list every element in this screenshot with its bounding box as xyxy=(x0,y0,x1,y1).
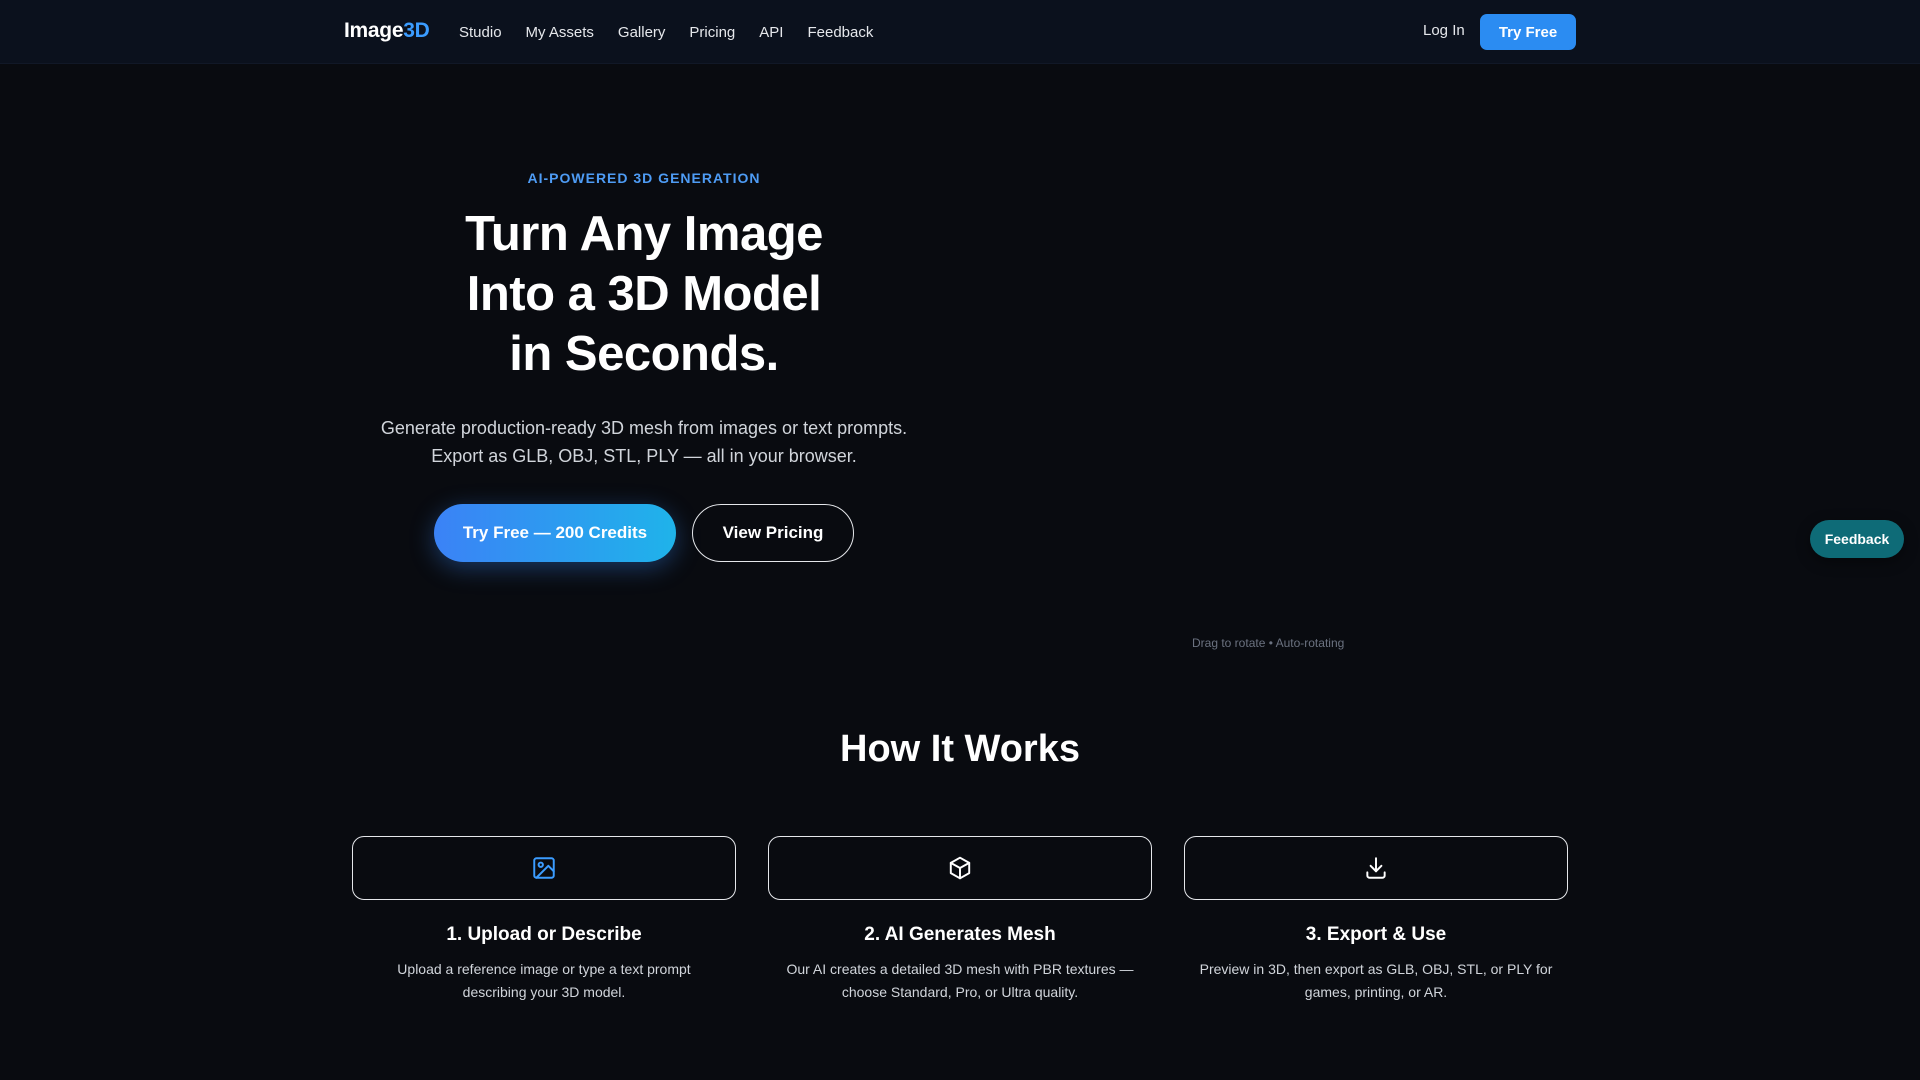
step-icon-box xyxy=(352,836,736,900)
subtext-line-2: Export as GLB, OBJ, STL, PLY — all in yo… xyxy=(431,446,857,466)
try-free-button[interactable]: Try Free xyxy=(1480,14,1576,50)
hero-headline: Turn Any Image Into a 3D Model in Second… xyxy=(340,204,948,384)
floating-feedback-button[interactable]: Feedback xyxy=(1810,520,1904,558)
login-link[interactable]: Log In xyxy=(1423,22,1465,39)
view-pricing-button[interactable]: View Pricing xyxy=(692,504,854,562)
step-upload: 1. Upload or Describe Upload a reference… xyxy=(352,836,736,1004)
nav-link-my-assets[interactable]: My Assets xyxy=(526,24,594,41)
step-desc-line: Preview in 3D, then export as GLB, OBJ, … xyxy=(1199,961,1553,977)
step-icon-box xyxy=(1184,836,1568,900)
step-icon-box xyxy=(768,836,1152,900)
step-export: 3. Export & Use Preview in 3D, then expo… xyxy=(1184,836,1568,1004)
headline-line-3: in Seconds. xyxy=(509,327,779,381)
brand-name-accent: 3D xyxy=(403,19,430,42)
download-icon xyxy=(1366,857,1386,879)
hero-eyebrow: AI-POWERED 3D GENERATION xyxy=(527,170,761,186)
nav-link-feedback[interactable]: Feedback xyxy=(807,24,873,41)
step-title: 1. Upload or Describe xyxy=(446,924,642,945)
step-desc-line: Our AI creates a detailed 3D mesh with P… xyxy=(786,961,1134,977)
subtext-line-1: Generate production-ready 3D mesh from i… xyxy=(380,418,908,438)
cube-icon xyxy=(949,856,971,880)
step-description: Upload a reference image or type a text … xyxy=(352,958,736,1004)
step-title: 3. Export & Use xyxy=(1305,924,1447,945)
nav-link-pricing[interactable]: Pricing xyxy=(689,24,735,41)
step-desc-line: describing your 3D model. xyxy=(462,984,626,1000)
landing-page: Image3D Studio My Assets Gallery Pricing… xyxy=(0,0,1920,1080)
headline-line-1: Turn Any Image xyxy=(465,207,823,261)
image-icon xyxy=(533,857,555,879)
step-title: 2. AI Generates Mesh xyxy=(864,924,1056,945)
headline-line-2: Into a 3D Model xyxy=(466,267,822,321)
nav-links: Studio My Assets Gallery Pricing API Fee… xyxy=(459,0,897,64)
step-desc-line: choose Standard, Pro, or Ultra quality. xyxy=(841,984,1079,1000)
step-desc-line: games, printing, or AR. xyxy=(1304,984,1448,1000)
brand-name-main: Image xyxy=(344,19,404,42)
how-it-works-title: How It Works xyxy=(840,728,1080,770)
hero-cta-row: Try Free — 200 Credits View Pricing xyxy=(340,504,948,562)
step-desc-line: Upload a reference image or type a text … xyxy=(397,961,691,977)
step-description: Our AI creates a detailed 3D mesh with P… xyxy=(768,958,1152,1004)
step-description: Preview in 3D, then export as GLB, OBJ, … xyxy=(1184,958,1568,1004)
nav-link-api[interactable]: API xyxy=(759,24,783,41)
hero-subtext: Generate production-ready 3D mesh from i… xyxy=(340,414,948,470)
step-generate: 2. AI Generates Mesh Our AI creates a de… xyxy=(768,836,1152,1004)
viewer-hint: Drag to rotate • Auto-rotating xyxy=(1192,636,1345,650)
nav-link-studio[interactable]: Studio xyxy=(459,24,502,41)
top-navigation: Image3D Studio My Assets Gallery Pricing… xyxy=(0,0,1920,64)
try-free-credits-button[interactable]: Try Free — 200 Credits xyxy=(434,504,676,562)
nav-link-gallery[interactable]: Gallery xyxy=(618,24,666,41)
brand-logo[interactable]: Image3D xyxy=(344,19,430,43)
hero-section: AI-POWERED 3D GENERATION Turn Any Image … xyxy=(340,170,948,562)
